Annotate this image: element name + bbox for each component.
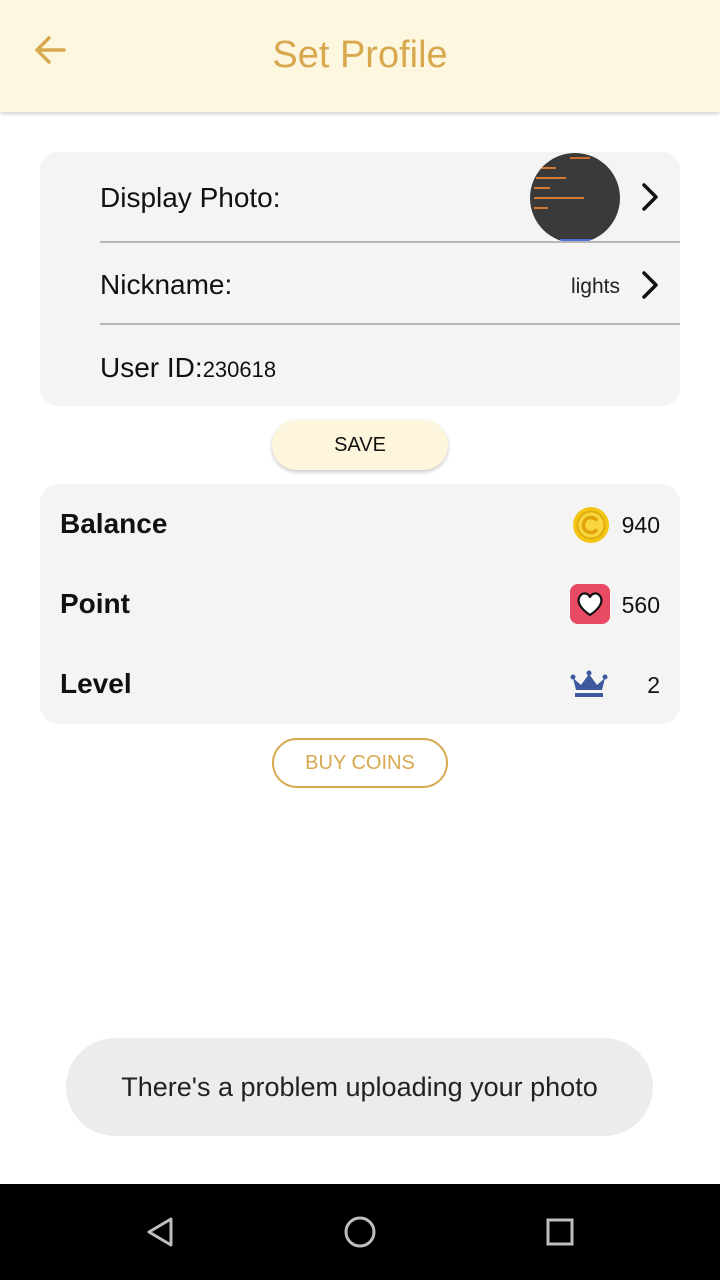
- nickname-value[interactable]: lights: [571, 275, 620, 299]
- app-bar: Set Profile: [0, 0, 720, 112]
- buy-coins-button[interactable]: BUY COINS: [272, 738, 448, 788]
- system-navbar: [0, 1184, 720, 1280]
- divider: [100, 323, 680, 325]
- save-button[interactable]: SAVE: [272, 420, 448, 470]
- balance-label: Balance: [60, 508, 168, 539]
- coin-icon: [573, 507, 609, 543]
- chevron-right-icon[interactable]: [638, 269, 662, 301]
- nav-recents-icon: [546, 1218, 574, 1246]
- point-label: Point: [60, 588, 130, 619]
- nav-home-icon: [344, 1216, 376, 1248]
- profile-card: Display Photo: Nickname: lights User ID:…: [40, 152, 680, 406]
- nav-recents-button[interactable]: [536, 1208, 584, 1256]
- point-value: 560: [621, 592, 660, 618]
- crown-icon: [570, 670, 608, 697]
- page-title: Set Profile: [272, 34, 448, 76]
- user-id-value: 230618: [202, 357, 277, 382]
- toast-message: There's a problem uploading your photo: [66, 1038, 653, 1136]
- nav-back-button[interactable]: [136, 1208, 184, 1256]
- chevron-right-icon[interactable]: [638, 181, 662, 213]
- heart-icon: [570, 584, 610, 624]
- nav-back-icon: [147, 1217, 173, 1247]
- user-id-row: User ID:230618: [100, 352, 276, 384]
- nav-home-button[interactable]: [336, 1208, 384, 1256]
- divider: [100, 241, 680, 243]
- level-value: 2: [647, 672, 660, 698]
- user-id-label: User ID:: [100, 352, 203, 383]
- avatar[interactable]: [530, 153, 620, 243]
- balance-value: 940: [621, 512, 660, 538]
- display-photo-label: Display Photo:: [100, 182, 281, 213]
- stats-card: Balance 940 Point 560 Level 2: [40, 484, 680, 724]
- level-label: Level: [60, 668, 132, 699]
- nickname-label: Nickname:: [100, 269, 233, 300]
